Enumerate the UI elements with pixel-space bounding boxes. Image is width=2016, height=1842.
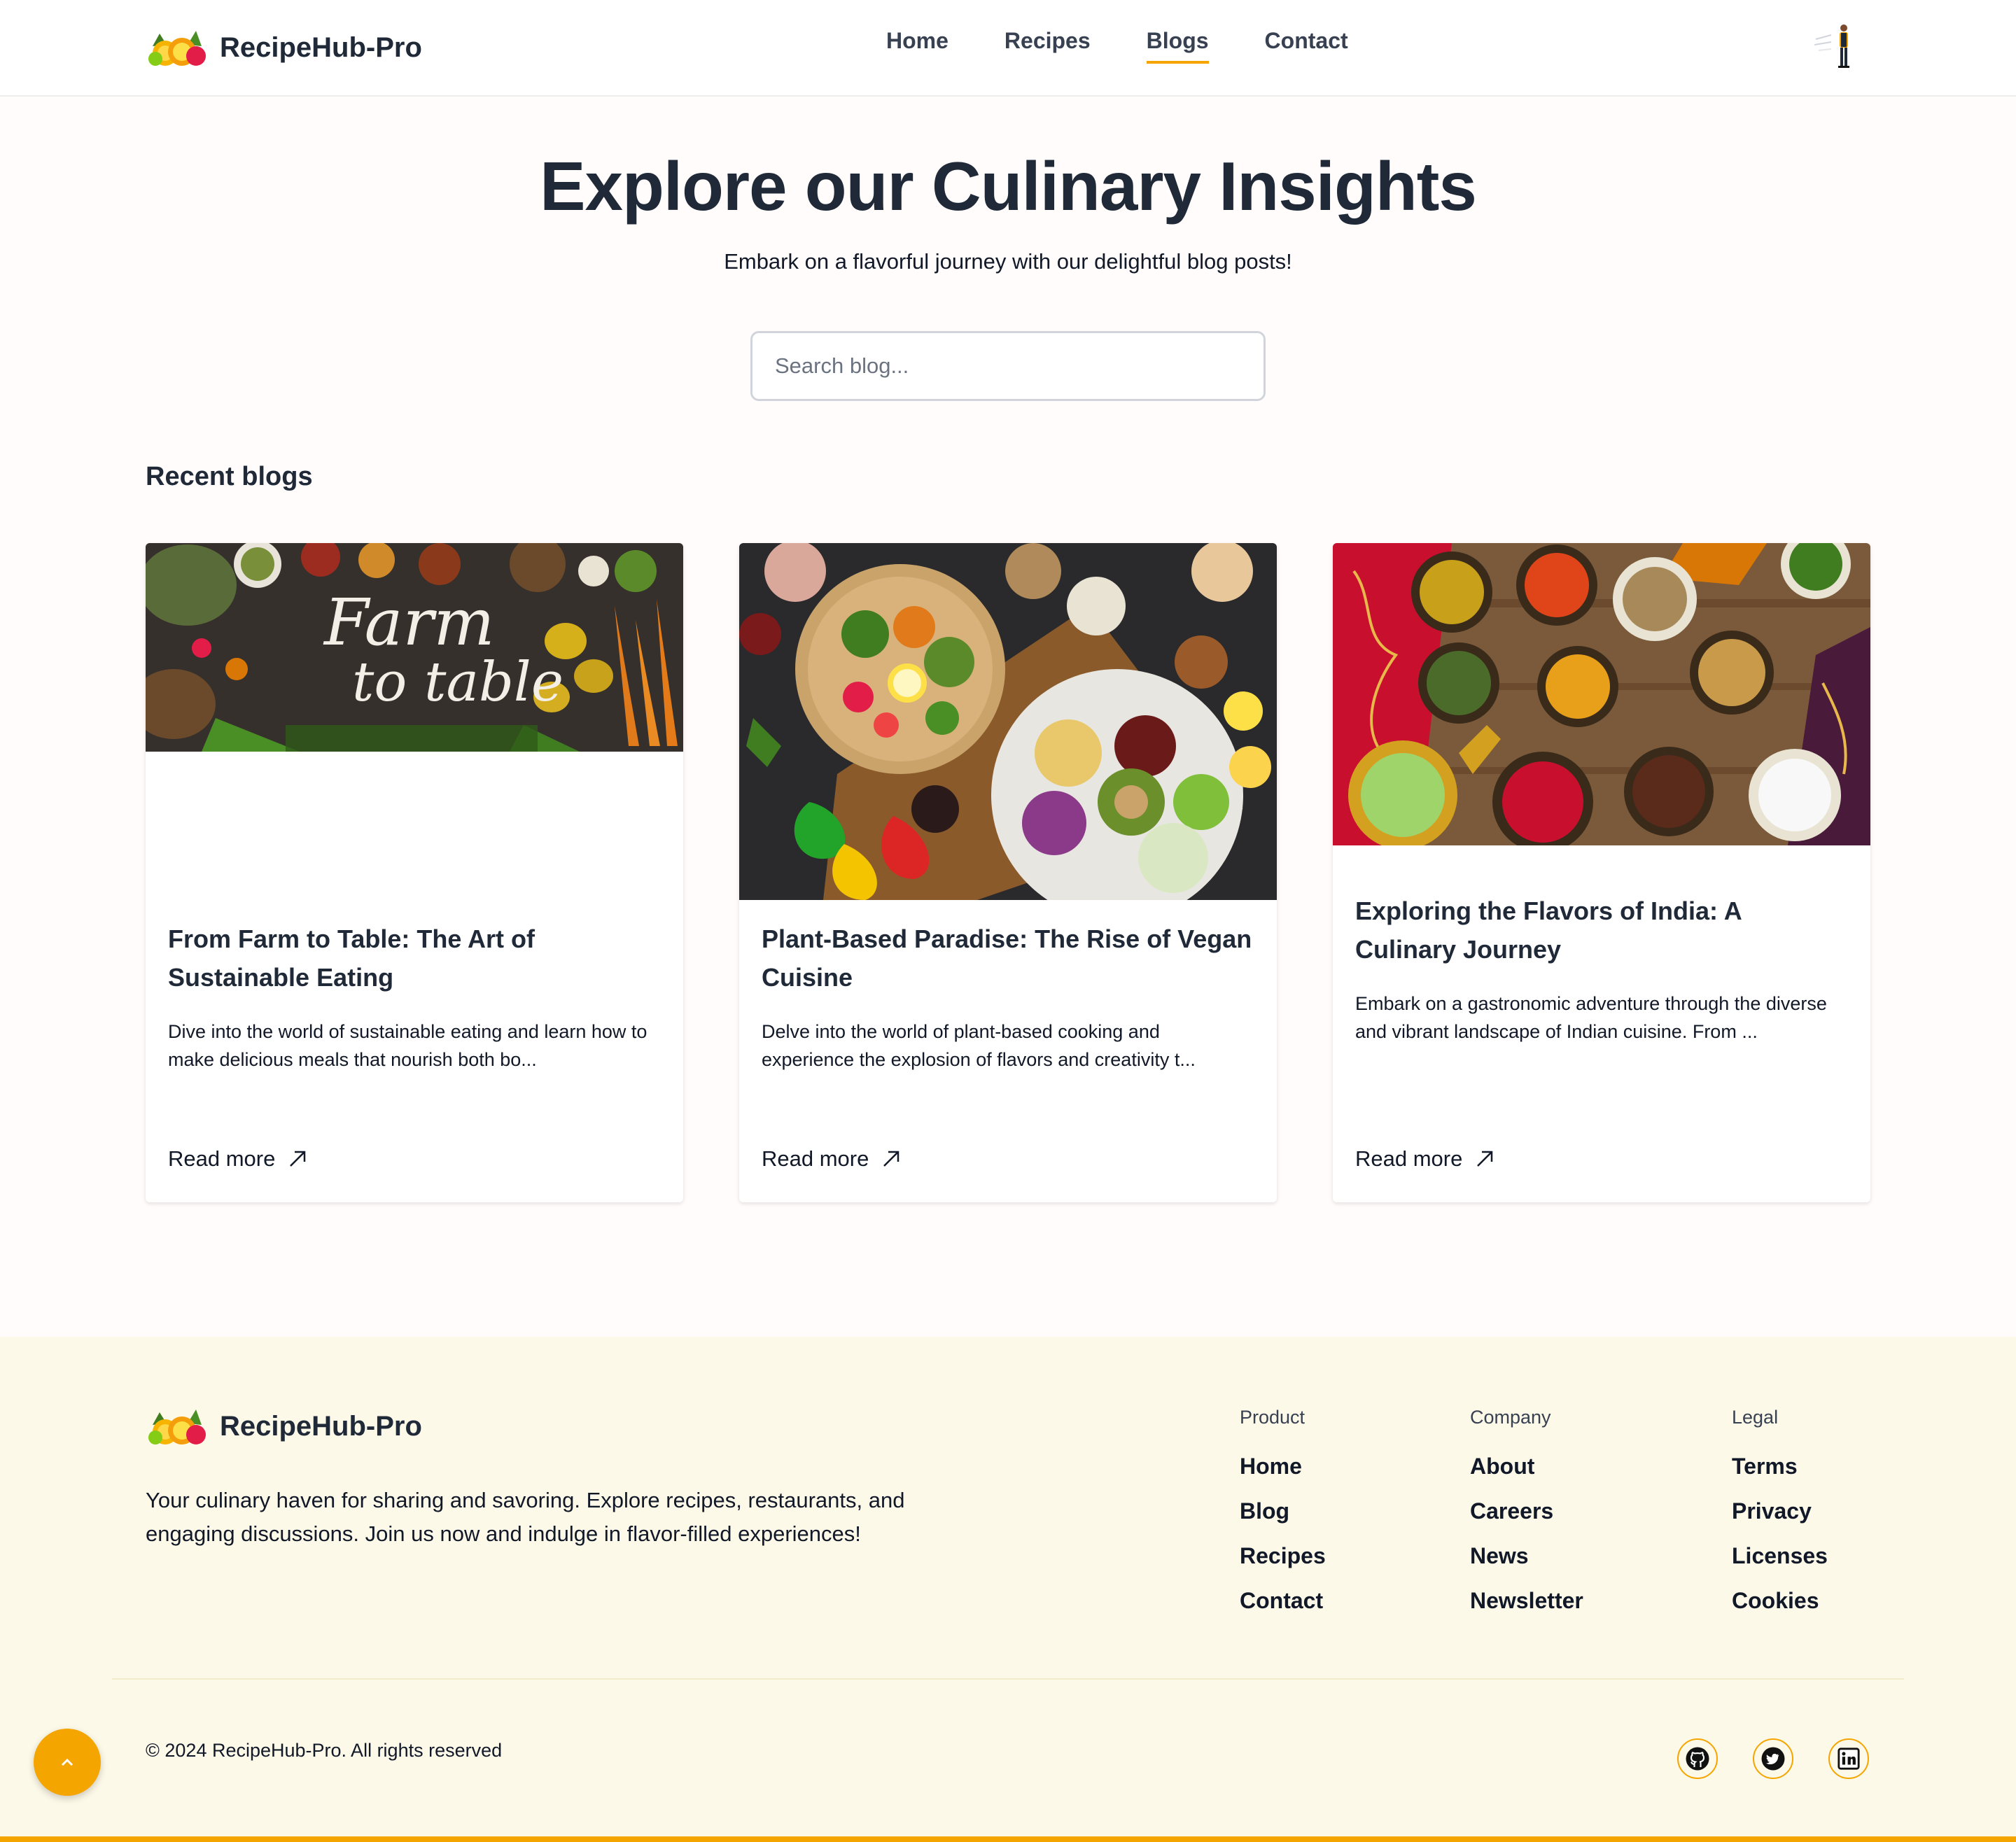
read-more-label: Read more bbox=[168, 1146, 276, 1171]
blog-card[interactable]: Plant-Based Paradise: The Rise of Vegan … bbox=[739, 543, 1277, 1202]
footer-link-licenses[interactable]: Licenses bbox=[1732, 1543, 1828, 1588]
footer-link-home[interactable]: Home bbox=[1240, 1454, 1326, 1498]
blog-image-farm-to-table: Farm to table bbox=[146, 543, 683, 752]
card-title[interactable]: Plant-Based Paradise: The Rise of Vegan … bbox=[762, 920, 1254, 997]
top-navbar: RecipeHub-Pro Home Recipes Blogs Contact bbox=[0, 0, 2016, 97]
arrow-up-right-icon bbox=[1477, 1151, 1493, 1167]
chevron-up-icon bbox=[61, 1758, 74, 1766]
linkedin-link[interactable] bbox=[1828, 1738, 1869, 1779]
footer-column-heading: Company bbox=[1470, 1407, 1551, 1428]
twitter-link[interactable] bbox=[1753, 1738, 1793, 1779]
footer-column-product: Product Home Blog Recipes Contact bbox=[1240, 1407, 1326, 1633]
read-more-link[interactable]: Read more bbox=[1355, 1146, 1494, 1172]
card-excerpt: Dive into the world of sustainable eatin… bbox=[168, 1021, 648, 1070]
footer-divider bbox=[112, 1678, 1904, 1680]
image-script-table: to table bbox=[352, 651, 564, 714]
card-excerpt: Embark on a gastronomic adventure throug… bbox=[1355, 993, 1827, 1042]
read-more-link[interactable]: Read more bbox=[168, 1146, 307, 1172]
copyright-text: © 2024 RecipeHub-Pro. All rights reserve… bbox=[146, 1740, 503, 1761]
fruit-basket-icon bbox=[148, 31, 206, 66]
footer-brand-name: RecipeHub-Pro bbox=[220, 1410, 422, 1442]
scroll-to-top-button[interactable] bbox=[34, 1729, 101, 1796]
footer-accent-bar bbox=[0, 1836, 2016, 1842]
read-more-link[interactable]: Read more bbox=[762, 1146, 901, 1172]
section-heading: Recent blogs bbox=[146, 462, 313, 491]
footer-column-heading: Legal bbox=[1732, 1407, 1779, 1428]
twitter-icon bbox=[1761, 1747, 1785, 1771]
blog-card[interactable]: Farm to table From Farm to Table: The Ar… bbox=[146, 543, 683, 1202]
footer-link-privacy[interactable]: Privacy bbox=[1732, 1498, 1828, 1543]
footer-column-company: Company About Careers News Newsletter bbox=[1470, 1407, 1583, 1633]
brand-logo[interactable]: RecipeHub-Pro bbox=[146, 22, 422, 73]
footer-column-legal: Legal Terms Privacy Licenses Cookies bbox=[1732, 1407, 1828, 1633]
arrow-up-right-icon bbox=[290, 1151, 306, 1167]
footer-link-careers[interactable]: Careers bbox=[1470, 1498, 1583, 1543]
footer-link-news[interactable]: News bbox=[1470, 1543, 1583, 1588]
footer-link-terms[interactable]: Terms bbox=[1732, 1454, 1828, 1498]
github-icon bbox=[1686, 1747, 1709, 1771]
footer-link-about[interactable]: About bbox=[1470, 1454, 1583, 1498]
site-footer: RecipeHub-Pro Your culinary haven for sh… bbox=[0, 1337, 2016, 1842]
footer-column-heading: Product bbox=[1240, 1407, 1306, 1428]
read-more-label: Read more bbox=[762, 1146, 869, 1171]
card-excerpt: Delve into the world of plant-based cook… bbox=[762, 1021, 1196, 1070]
card-title[interactable]: Exploring the Flavors of India: A Culina… bbox=[1355, 892, 1848, 969]
nav-home[interactable]: Home bbox=[886, 28, 948, 64]
blog-image-indian-spices bbox=[1333, 543, 1870, 845]
card-title[interactable]: From Farm to Table: The Art of Sustainab… bbox=[168, 920, 661, 997]
blog-image-vegan-bowl bbox=[739, 543, 1277, 900]
linkedin-icon bbox=[1837, 1748, 1860, 1770]
main-nav: Home Recipes Blogs Contact bbox=[886, 28, 1348, 64]
read-more-label: Read more bbox=[1355, 1146, 1463, 1171]
nav-contact[interactable]: Contact bbox=[1265, 28, 1348, 64]
arrow-up-right-icon bbox=[883, 1151, 899, 1167]
footer-brand-logo[interactable]: RecipeHub-Pro bbox=[146, 1404, 422, 1449]
github-link[interactable] bbox=[1677, 1738, 1718, 1779]
page-subtitle: Embark on a flavorful journey with our d… bbox=[724, 249, 1292, 274]
page-title: Explore our Culinary Insights bbox=[540, 148, 1477, 225]
brand-name: RecipeHub-Pro bbox=[220, 31, 422, 63]
footer-link-contact[interactable]: Contact bbox=[1240, 1588, 1326, 1633]
search-input[interactable] bbox=[750, 331, 1266, 401]
footer-about-text: Your culinary haven for sharing and savo… bbox=[146, 1488, 905, 1546]
footer-link-cookies[interactable]: Cookies bbox=[1732, 1588, 1828, 1633]
nav-blogs[interactable]: Blogs bbox=[1146, 28, 1209, 64]
image-script-farm: Farm bbox=[323, 585, 495, 660]
fruit-basket-icon bbox=[148, 1409, 206, 1444]
blog-card[interactable]: Exploring the Flavors of India: A Culina… bbox=[1333, 543, 1870, 1202]
nav-recipes[interactable]: Recipes bbox=[1004, 28, 1091, 64]
footer-link-blog[interactable]: Blog bbox=[1240, 1498, 1326, 1543]
avatar[interactable] bbox=[1813, 21, 1862, 71]
footer-link-recipes[interactable]: Recipes bbox=[1240, 1543, 1326, 1588]
footer-link-newsletter[interactable]: Newsletter bbox=[1470, 1588, 1583, 1633]
